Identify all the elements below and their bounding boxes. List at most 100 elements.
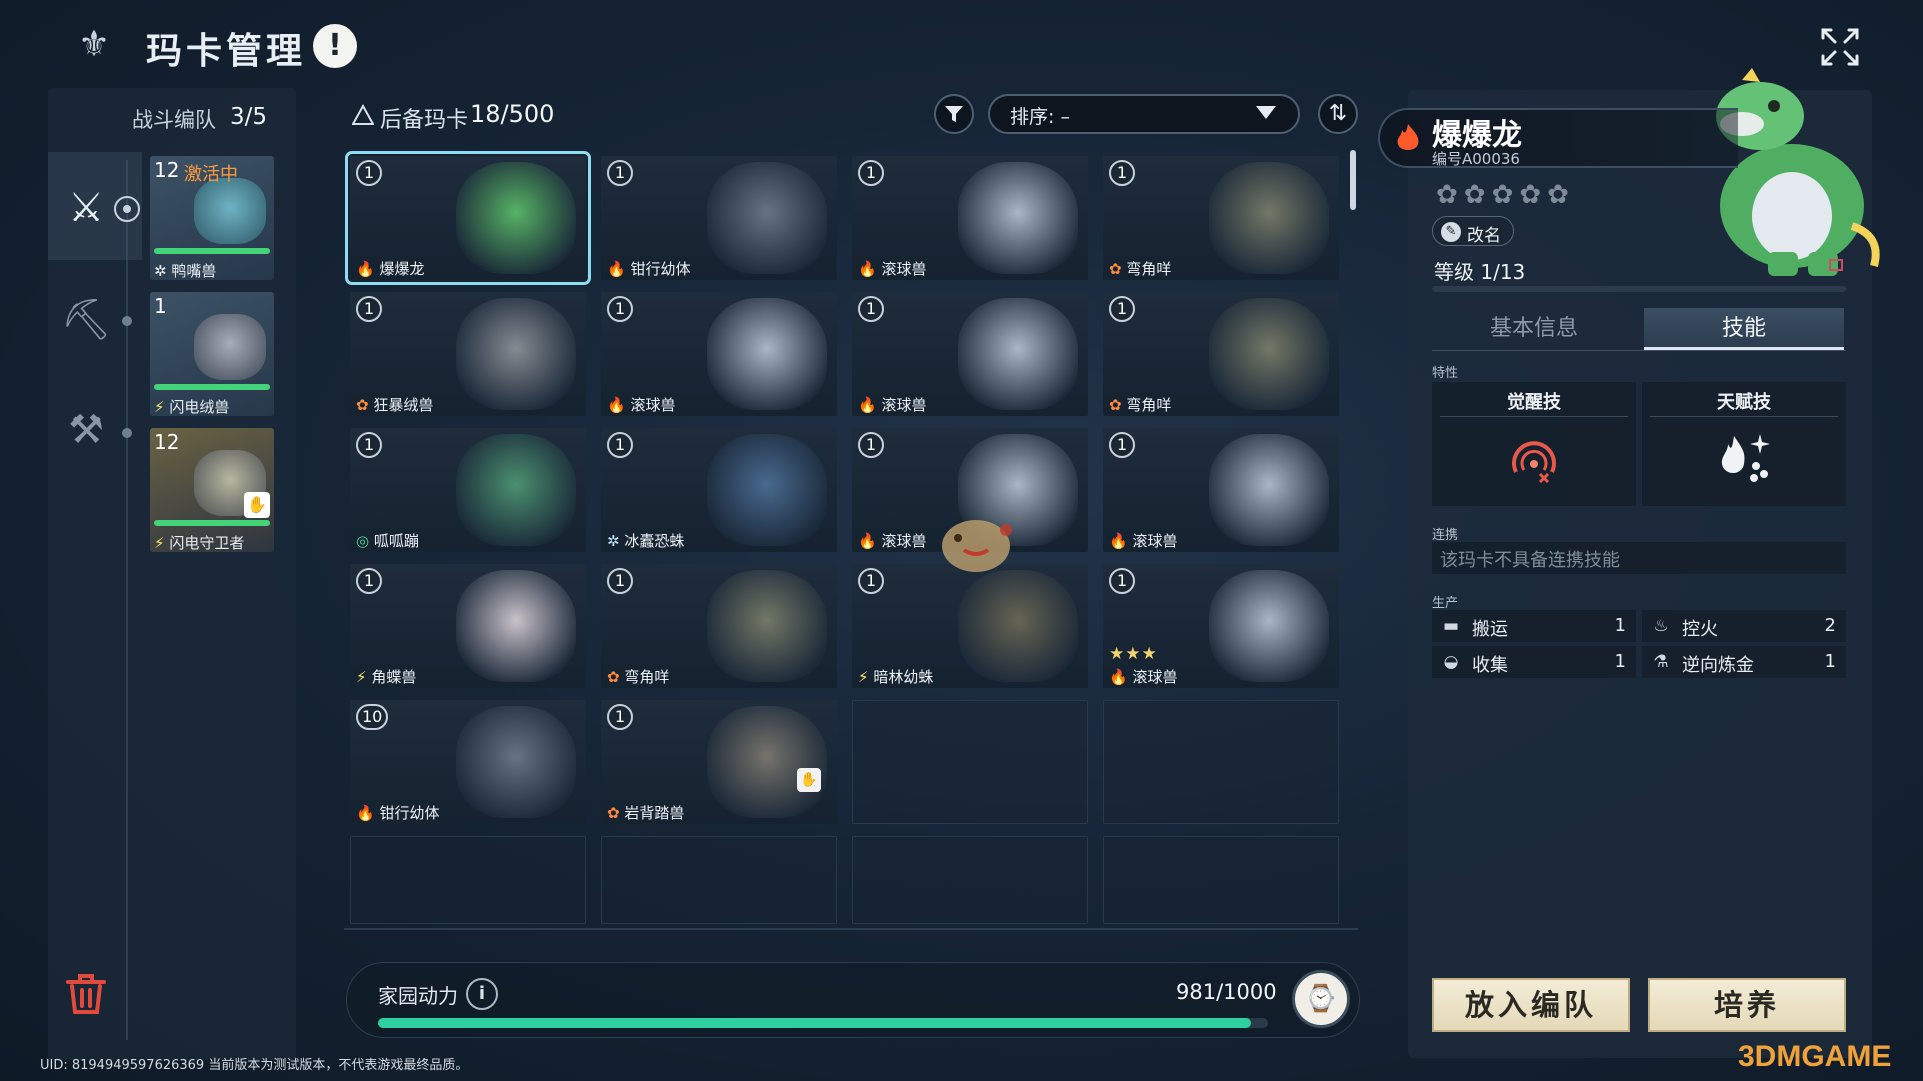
card-name-row: ✿ 弯角咩 xyxy=(1109,258,1171,279)
skill-divider xyxy=(1650,416,1838,417)
monster-card[interactable]: 1 ✲ 冰蠹恐蛛 xyxy=(601,428,837,552)
element-icon: 🔥 xyxy=(1109,532,1128,550)
tab-skills[interactable]: 技能 xyxy=(1644,308,1844,350)
card-name: 滚球兽 xyxy=(881,260,927,278)
rail-line xyxy=(126,160,128,1040)
monster-card[interactable]: 1 🔥 滚球兽 xyxy=(1103,428,1339,552)
card-name: 角蝶兽 xyxy=(371,668,417,686)
train-button[interactable]: 培养 xyxy=(1648,978,1846,1032)
card-level: 1 xyxy=(356,432,382,458)
electric-element-icon: ⚡ xyxy=(154,398,165,416)
monster-art xyxy=(1209,298,1329,410)
card-name: 滚球兽 xyxy=(881,396,927,414)
hp-bar xyxy=(154,520,270,526)
power-value: 981/1000 xyxy=(1176,980,1277,1004)
target-icon[interactable] xyxy=(114,196,140,222)
monster-art xyxy=(456,570,576,682)
reserve-title: 后备玛卡 xyxy=(380,108,469,133)
member-name-row: ✲ 鸭嘴兽 xyxy=(154,260,216,280)
production-item: ♨ 控火 2 xyxy=(1642,610,1846,642)
close-icon[interactable] xyxy=(1815,22,1865,72)
card-name: 滚球兽 xyxy=(881,532,927,550)
basket-icon: ◒ xyxy=(1443,652,1459,672)
monster-card[interactable]: 1 ◎ 呱呱蹦 xyxy=(350,428,586,552)
monster-art xyxy=(1209,434,1329,546)
tab-basic-info[interactable]: 基本信息 xyxy=(1434,308,1634,350)
awaken-skill-box[interactable]: 觉醒技 xyxy=(1432,382,1636,506)
card-name-row: ⚡ 暗林幼蛛 xyxy=(858,666,933,687)
card-level: 1 xyxy=(858,432,884,458)
rail-dot xyxy=(122,316,132,326)
rename-button[interactable]: ✎ 改名 xyxy=(1432,216,1514,246)
monster-card[interactable]: 10 🔥 钳行幼体 xyxy=(350,700,586,824)
monster-card[interactable]: 1 🔥 钳行幼体 xyxy=(601,156,837,280)
monster-card[interactable]: 1 ✋ ✿ 岩背踏兽 xyxy=(601,700,837,824)
element-icon: 🔥 xyxy=(858,260,877,278)
team-label: 战斗编队 xyxy=(132,108,216,132)
trash-icon[interactable] xyxy=(62,970,110,1018)
axe-icon[interactable]: ⛏ xyxy=(56,290,116,350)
card-name-row: ✿ 弯角咩 xyxy=(1109,394,1171,415)
monster-card[interactable]: 1 🔥 滚球兽 xyxy=(852,156,1088,280)
sort-order-button[interactable]: ⇅ xyxy=(1318,94,1358,134)
member-name-row: ⚡ 闪电绒兽 xyxy=(154,396,229,416)
monster-art xyxy=(456,162,576,274)
team-member-card[interactable]: 12 ✋ ⚡ 闪电守卫者 xyxy=(150,428,274,552)
monster-portrait xyxy=(1716,68,1880,276)
monster-card[interactable]: 1 ✿ 狂暴绒兽 xyxy=(350,292,586,416)
element-icon: ✿ xyxy=(607,804,620,822)
monster-card[interactable]: 1 ✿ 弯角咩 xyxy=(601,564,837,688)
monster-art xyxy=(707,570,827,682)
monster-art xyxy=(707,706,827,818)
codex-icon[interactable]: ⚜ xyxy=(72,22,116,68)
card-name: 滚球兽 xyxy=(1132,668,1178,686)
element-icon: 🔥 xyxy=(607,260,626,278)
filter-button[interactable] xyxy=(934,94,974,134)
member-level: 1 xyxy=(154,294,167,318)
hp-bar xyxy=(154,248,270,254)
empty-card-slot xyxy=(1103,700,1339,824)
card-level: 1 xyxy=(858,160,884,186)
monster-id: 编号A00036 xyxy=(1432,150,1520,168)
grid-bottom-divider xyxy=(344,928,1358,930)
edit-icon: ✎ xyxy=(1441,222,1461,242)
monster-card[interactable]: 1 🔥 滚球兽 xyxy=(852,292,1088,416)
monster-card[interactable]: 1 🔥 滚球兽 xyxy=(601,292,837,416)
card-name-row: 🔥 爆爆龙 xyxy=(356,258,424,279)
monster-card[interactable]: 1 ⚡ 暗林幼蛛 xyxy=(852,564,1088,688)
card-name-row: 🔥 滚球兽 xyxy=(607,394,675,415)
monster-card[interactable]: 1 ✿ 弯角咩 xyxy=(1103,156,1339,280)
card-name-row: ✲ 冰蠹恐蛛 xyxy=(607,530,684,551)
talent-skill-icon xyxy=(1721,434,1770,482)
team-member-card[interactable]: 1 ⚡ 闪电绒兽 xyxy=(150,292,274,416)
monster-card[interactable]: 1 ★★★ 🔥 滚球兽 xyxy=(1103,564,1339,688)
element-icon: 🔥 xyxy=(356,260,375,278)
card-level: 1 xyxy=(858,568,884,594)
card-name: 滚球兽 xyxy=(630,396,676,414)
card-name-row: 🔥 滚球兽 xyxy=(1109,530,1177,551)
monster-card[interactable]: 1 ✿ 弯角咩 xyxy=(1103,292,1339,416)
monster-card[interactable]: 1 🔥 爆爆龙 xyxy=(345,151,591,285)
element-icon: 🔥 xyxy=(356,804,375,822)
card-level: 1 xyxy=(1109,568,1135,594)
battle-sword-icon[interactable]: ⚔ xyxy=(56,178,116,238)
talent-skill-box[interactable]: 天赋技 xyxy=(1642,382,1846,506)
watermark-logo: 3DMGAME xyxy=(1738,1040,1892,1073)
info-icon[interactable]: i xyxy=(466,978,498,1010)
card-name-row: 🔥 钳行幼体 xyxy=(356,802,439,823)
monster-card[interactable]: 1 ⚡ 角蝶兽 xyxy=(350,564,586,688)
alert-icon[interactable]: ! xyxy=(313,24,357,68)
team-member-card[interactable]: 12 激活中 ✲ 鸭嘴兽 xyxy=(150,156,274,280)
grid-scrollbar[interactable] xyxy=(1350,150,1356,210)
card-level: 1 xyxy=(607,704,633,730)
power-watch-icon[interactable]: ⌚ xyxy=(1292,970,1350,1028)
card-level: 1 xyxy=(607,568,633,594)
add-to-team-button[interactable]: 放入编队 xyxy=(1432,978,1630,1032)
element-icon: ✲ xyxy=(607,532,620,550)
element-icon: ✿ xyxy=(607,668,620,686)
empty-card-slot xyxy=(601,836,837,924)
hammer-icon[interactable]: ⚒ xyxy=(56,400,116,460)
monster-art xyxy=(456,434,576,546)
production-value: 2 xyxy=(1824,615,1836,636)
gift-icon[interactable] xyxy=(1828,256,1844,272)
